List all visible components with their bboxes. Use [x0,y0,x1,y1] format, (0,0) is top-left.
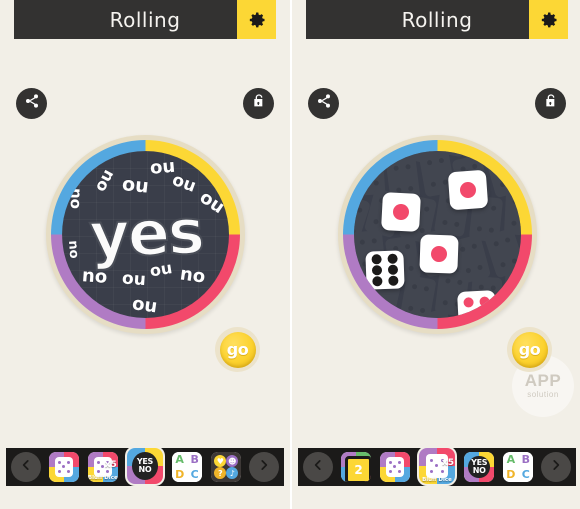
left-go-label: go [226,339,249,359]
no-word: no [64,239,82,260]
left-lock-button[interactable] [243,88,274,119]
die-pip [462,296,474,308]
die-face-6[interactable] [365,250,405,290]
left-go-button[interactable]: go [215,327,260,372]
panel-right: Rolling go APP solution 2 x5 Bluff Dice … [290,0,580,509]
abcd-letter: B [521,453,531,466]
badge-multiplier: x5 [441,457,454,468]
left-settings-button[interactable] [237,0,276,39]
panel-left: Rolling no no no no no no no no no no no… [0,0,290,509]
no-word: no [66,187,86,210]
dock-item-bluff-dice-app[interactable]: x5 Bluff Dice [87,452,118,482]
die-pip [459,181,477,199]
dock-item-counter-app[interactable]: 2 [340,452,371,482]
no-word: no [121,269,147,291]
left-dock-items: x5 Bluff Dice YES NO A B D C ♥ ☻? ♪ [44,448,246,486]
right-dock-prev-button[interactable] [303,452,333,482]
share-icon [316,93,332,114]
right-settings-button[interactable] [529,0,568,39]
left-topbar: Rolling [14,0,276,39]
abcd-letter: C [521,468,530,481]
right-topbar: Rolling [306,0,568,39]
right-share-button[interactable] [308,88,339,119]
counter-value: 2 [354,462,363,477]
die-face-4[interactable] [457,290,497,318]
right-lock-button[interactable] [535,88,566,119]
watermark-line2: solution [527,389,559,399]
right-dock-next-button[interactable] [541,452,571,482]
die-pip [430,245,448,263]
dock-item-label: Bluff Dice [422,476,452,483]
left-app-dock: x5 Bluff Dice YES NO A B D C ♥ ☻? ♪ [6,448,284,486]
die-pip [479,295,491,307]
no-word: no [149,156,177,181]
watermark-line1: APP [524,370,562,390]
die-face-1[interactable] [381,192,421,232]
right-page-title: Rolling [401,7,473,32]
yes-no-badge: YES NO [468,455,490,479]
left-dock-next-button[interactable] [249,452,279,482]
dock-item-dice-app[interactable] [379,452,410,482]
chevron-left-icon [311,458,325,477]
die-pip [388,264,399,275]
right-app-dock: 2 x5 Bluff Dice YES NO A B D C [298,448,576,486]
dock-item-abcd-app[interactable]: ABDC [503,452,534,482]
abcd-letter: A [175,453,184,466]
die-pip [387,253,399,265]
bubble-icon: ♪ [226,467,239,479]
no-word: no [178,263,207,288]
right-wheel[interactable] [338,135,537,334]
die-pip [392,203,410,221]
no-word: no [130,294,159,318]
gear-icon [247,10,267,30]
left-wheel-face: no no no no no no no no no no no no yes [62,151,229,318]
lock-open-icon [251,93,267,114]
dock-item-bluff-dice-app[interactable]: x5 Bluff Dice [418,448,455,484]
die-pip [480,312,492,318]
chevron-right-icon [549,458,563,477]
left-dock-prev-button[interactable] [11,452,41,482]
right-go-button[interactable]: go [507,327,552,372]
die-pip [371,275,383,287]
dock-item-yes-no-app[interactable]: YES NO [464,452,495,482]
left-wheel[interactable]: no no no no no no no no no no no no yes [46,135,245,334]
yes-no-badge: YES NO [132,452,158,480]
app-screenshot: Rolling no no no no no no no no no no no… [0,0,580,509]
die-pip [388,275,400,286]
abcd-letter: D [175,468,185,481]
dock-item-bubbles-app[interactable]: ♥ ☻? ♪ [211,452,242,482]
abcd-letter: B [190,453,199,466]
bubble-icon: ♥ [214,455,227,467]
dock-item-yes-no-app[interactable]: YES NO [126,448,163,484]
lock-open-icon [543,93,559,114]
dock-item-label: Bluff Dice [87,474,118,481]
die-face-1[interactable] [419,234,459,274]
right-go-label: go [518,339,541,359]
share-icon [24,93,40,114]
left-share-button[interactable] [16,88,47,119]
bubble-icon: ☻ [226,455,239,467]
chevron-left-icon [19,458,33,477]
die-pip [463,313,475,318]
yes-label: yes [87,193,205,272]
no-word: no [120,174,150,200]
dock-item-abcd-app[interactable]: ABDC [172,452,203,482]
abcd-letter: A [506,453,516,466]
abcd-letter: C [190,468,199,481]
bubble-icon: ? [214,467,227,479]
die-pip [370,254,382,265]
dock-item-dice-app[interactable] [48,452,79,482]
gear-icon [539,10,559,30]
right-dock-items: 2 x5 Bluff Dice YES NO A B D C [336,448,538,486]
abcd-letter: D [506,468,516,481]
badge-multiplier: x5 [104,460,117,470]
die-face-1[interactable] [447,169,489,211]
chevron-right-icon [257,458,271,477]
die-pip [371,264,382,276]
left-page-title: Rolling [109,7,181,32]
right-wheel-face [354,151,521,318]
